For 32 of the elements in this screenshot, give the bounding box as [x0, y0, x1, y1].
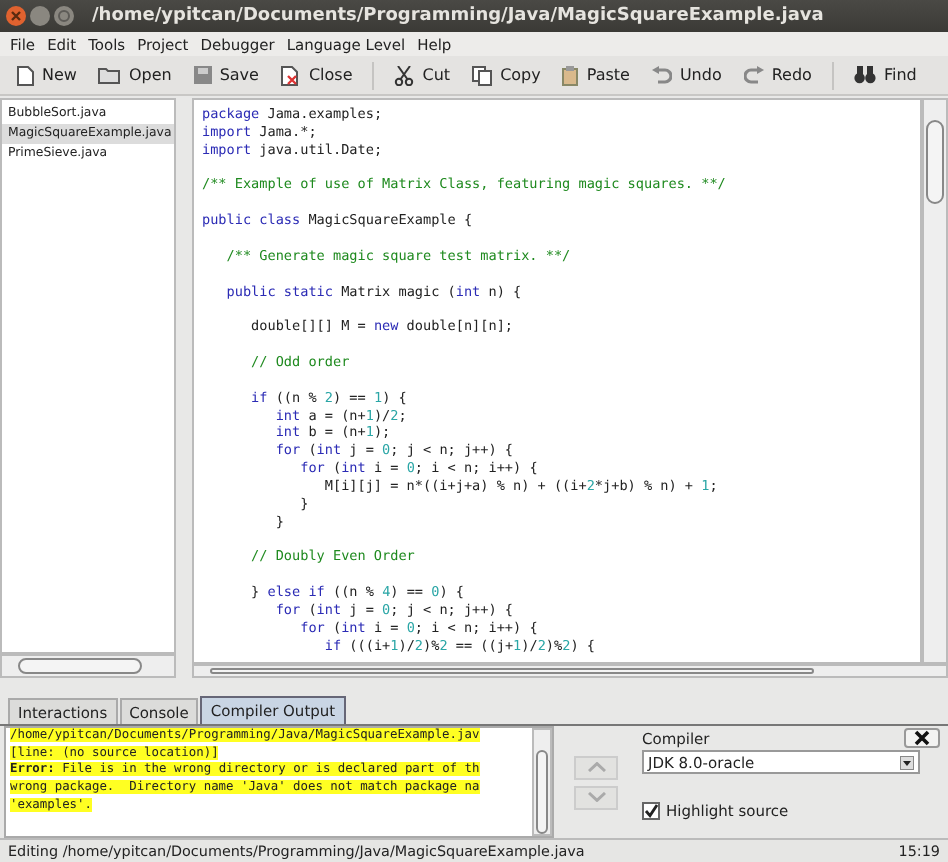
binoculars-icon	[853, 66, 876, 84]
document-icon	[16, 65, 34, 85]
undo-icon	[651, 66, 672, 84]
dropdown-arrow-icon	[900, 755, 914, 769]
toolbar-button[interactable]: Redo	[733, 59, 822, 91]
toolbar-button[interactable]: Save	[183, 59, 269, 91]
close-icon[interactable]	[6, 6, 26, 26]
toolbar-button[interactable]: Open	[88, 59, 182, 91]
toolbar-button[interactable]: New	[6, 59, 87, 91]
folder-icon	[98, 66, 121, 84]
scissors-icon	[394, 65, 415, 85]
close-icon	[914, 730, 930, 746]
chevron-down-icon	[587, 792, 605, 802]
chevron-up-icon	[587, 762, 605, 772]
toolbar-button[interactable]: Undo	[641, 59, 732, 91]
window-title: /home/ypitcan/Documents/Programming/Java/MagicSquareExample.java	[92, 6, 824, 26]
maximize-icon[interactable]	[54, 6, 74, 26]
vertical-scrollbar[interactable]	[922, 98, 948, 664]
clipboard-icon	[562, 65, 579, 85]
minimize-icon[interactable]	[30, 6, 50, 26]
horizontal-scrollbar[interactable]	[0, 654, 176, 678]
copy-icon	[472, 65, 493, 85]
document-close-icon	[280, 65, 301, 85]
toolbar-button[interactable]: Cut	[384, 59, 461, 91]
code-editor[interactable]	[192, 98, 922, 664]
toolbar-button[interactable]: Paste	[552, 59, 640, 91]
toolbar-button[interactable]: Find	[843, 59, 927, 91]
redo-icon	[743, 66, 764, 84]
toolbar-button[interactable]: Close	[270, 59, 363, 91]
toolbar-button[interactable]: Copy	[462, 59, 551, 91]
vertical-scrollbar[interactable]	[532, 728, 552, 836]
close-button[interactable]	[904, 728, 940, 748]
